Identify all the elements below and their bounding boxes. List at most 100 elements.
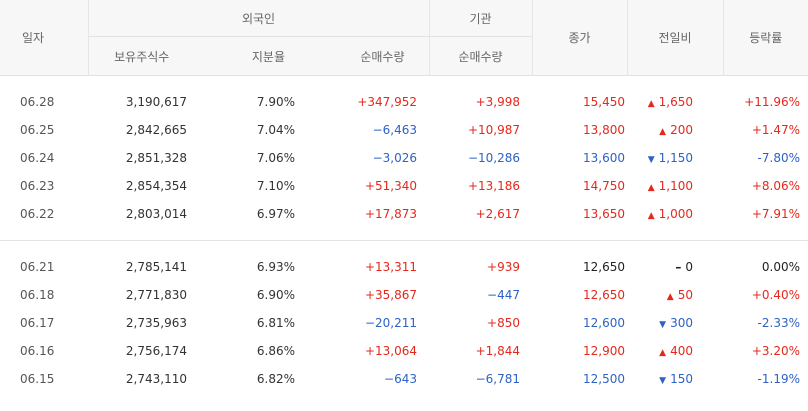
cell-rate: +8.06% (751, 179, 800, 193)
cell-date: 06.17 (20, 316, 55, 330)
cell-foreign-net: +17,873 (364, 207, 417, 221)
cell-holdings: 2,851,328 (125, 151, 187, 165)
cell-share: 6.90% (256, 288, 295, 302)
triangle-up-icon: ▲ (659, 127, 667, 137)
triangle-up-icon: ▲ (647, 99, 655, 109)
cell-date: 06.28 (20, 95, 55, 109)
change-value: 1,100 (658, 179, 693, 193)
cell-holdings: 2,756,174 (125, 344, 187, 358)
change-value: 300 (670, 316, 693, 330)
cell-rate: 0.00% (761, 260, 800, 274)
cell-close: 14,750 (583, 179, 625, 193)
cell-date: 06.16 (20, 344, 55, 358)
cell-rate: +3.20% (751, 344, 800, 358)
cell-foreign-net: −3,026 (372, 151, 417, 165)
cell-date: 06.21 (20, 260, 55, 274)
cell-close: 12,900 (583, 344, 625, 358)
dash-icon: – (675, 260, 682, 274)
cell-inst-net: +850 (487, 316, 520, 330)
triangle-down-icon: ▼ (647, 155, 655, 165)
cell-date: 06.22 (20, 207, 55, 221)
header-foreign: 외국인 (88, 0, 430, 37)
cell-holdings: 2,743,110 (125, 372, 187, 386)
triangle-up-icon: ▲ (647, 211, 655, 221)
change-value: 1,150 (658, 151, 693, 165)
table-row: 06.15 2,743,110 6.82% −643 −6,781 12,500 ▼ 150-… (0, 365, 808, 393)
cell-holdings: 2,785,141 (125, 260, 187, 274)
cell-inst-net: −447 (487, 288, 520, 302)
cell-inst-net: −10,286 (467, 151, 520, 165)
cell-holdings: 2,735,963 (125, 316, 187, 330)
cell-share: 7.90% (256, 95, 295, 109)
cell-inst-net: +10,987 (467, 123, 520, 137)
cell-share: 6.81% (256, 316, 295, 330)
cell-close: 13,800 (583, 123, 625, 137)
table-row: 06.24 2,851,328 7.06% −3,026 −10,286 13,600 ▼ 1… (0, 144, 808, 172)
cell-change: ▲ 1,650 (627, 88, 723, 116)
cell-rate: -2.33% (757, 316, 800, 330)
table-row: 06.22 2,803,014 6.97% +17,873 +2,617 13,650 ▲ 1… (0, 200, 808, 228)
cell-change: ▲ 50 (627, 281, 723, 309)
cell-rate: -1.19% (757, 372, 800, 386)
cell-date: 06.24 (20, 151, 55, 165)
change-value: 400 (670, 344, 693, 358)
group-divider (0, 228, 808, 241)
cell-change: ▼ 300 (627, 309, 723, 337)
header-institution: 기관 (429, 0, 533, 37)
cell-rate: +1.47% (751, 123, 800, 137)
table-row: 06.17 2,735,963 6.81% −20,211 +850 12,600 ▼ 300… (0, 309, 808, 337)
cell-share: 6.82% (256, 372, 295, 386)
table-header: 일자 외국인 기관 종가 전일비 등락률 보유주식수 지분율 순매수량 순매수량 (0, 0, 808, 76)
cell-foreign-net: +13,064 (364, 344, 417, 358)
change-value: 200 (670, 123, 693, 137)
header-rate: 등락률 (723, 0, 808, 76)
cell-rate: -7.80% (757, 151, 800, 165)
cell-share: 6.97% (256, 207, 295, 221)
header-inst-net: 순매수량 (429, 36, 533, 76)
header-share: 지분율 (195, 36, 309, 76)
cell-share: 7.04% (256, 123, 295, 137)
table-row: 06.16 2,756,174 6.86% +13,064 +1,844 12,900 ▲ 4… (0, 337, 808, 365)
cell-holdings: 3,190,617 (125, 95, 187, 109)
cell-foreign-net: +35,867 (364, 288, 417, 302)
cell-change: ▲ 1,000 (627, 200, 723, 228)
change-value: 1,000 (658, 207, 693, 221)
cell-inst-net: +1,844 (475, 344, 520, 358)
cell-change: ▲ 400 (627, 337, 723, 365)
change-value: 150 (670, 372, 693, 386)
cell-share: 7.06% (256, 151, 295, 165)
cell-inst-net: +13,186 (467, 179, 520, 193)
cell-close: 12,500 (583, 372, 625, 386)
change-value: 0 (685, 260, 693, 274)
header-date: 일자 (0, 0, 89, 76)
cell-inst-net: +3,998 (475, 95, 520, 109)
cell-share: 6.93% (256, 260, 295, 274)
cell-inst-net: +939 (487, 260, 520, 274)
cell-holdings: 2,842,665 (125, 123, 187, 137)
cell-date: 06.23 (20, 179, 55, 193)
cell-rate: +11.96% (744, 95, 800, 109)
cell-date: 06.15 (20, 372, 55, 386)
cell-close: 13,600 (583, 151, 625, 165)
row-spacer (0, 241, 808, 254)
cell-foreign-net: +347,952 (357, 95, 417, 109)
cell-change: ▲ 1,100 (627, 172, 723, 200)
change-value: 1,650 (658, 95, 693, 109)
foreign-institution-trading-table: 일자 외국인 기관 종가 전일비 등락률 보유주식수 지분율 순매수량 순매수량… (0, 0, 808, 393)
table-row: 06.23 2,854,354 7.10% +51,340 +13,186 14,750 ▲… (0, 172, 808, 200)
cell-rate: +0.40% (751, 288, 800, 302)
cell-holdings: 2,854,354 (125, 179, 187, 193)
cell-foreign-net: +13,311 (364, 260, 417, 274)
header-foreign-net: 순매수량 (309, 36, 430, 76)
cell-close: 12,650 (583, 288, 625, 302)
triangle-down-icon: ▼ (659, 376, 667, 386)
cell-close: 13,650 (583, 207, 625, 221)
table-row: 06.25 2,842,665 7.04% −6,463 +10,987 13,800 ▲ 2… (0, 116, 808, 144)
table-row: 06.21 2,785,141 6.93% +13,311 +939 12,650 –0 0.… (0, 253, 808, 281)
change-value: 50 (677, 288, 693, 302)
triangle-up-icon: ▲ (666, 292, 674, 302)
row-spacer (0, 76, 808, 89)
cell-inst-net: +2,617 (475, 207, 520, 221)
cell-share: 7.10% (256, 179, 295, 193)
cell-close: 12,650 (583, 260, 625, 274)
